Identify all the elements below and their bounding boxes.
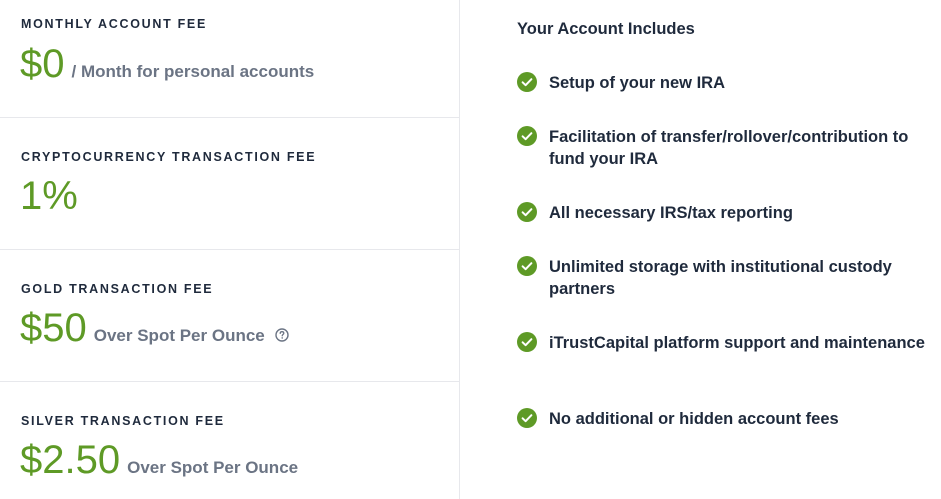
account-includes: Your Account Includes Setup of your new …	[461, 0, 941, 499]
feature-item: No additional or hidden account fees	[517, 408, 937, 430]
fee-amount: $2.50	[20, 438, 121, 482]
fee-label: GOLD TRANSACTION FEE	[21, 282, 214, 296]
fee-row-monthly-account: MONTHLY ACCOUNT FEE $0 / Month for perso…	[0, 0, 460, 118]
fee-suffix: Over Spot Per Ounce	[127, 458, 299, 477]
check-circle-icon	[517, 126, 537, 146]
fee-amount: $50	[20, 306, 87, 350]
fee-value: $0 / Month for personal accounts	[20, 44, 314, 84]
fee-amount: 1%	[20, 174, 78, 218]
fee-value: 1%	[20, 176, 78, 216]
question-circle-icon[interactable]	[275, 328, 289, 342]
check-circle-icon	[517, 408, 537, 428]
fee-row-silver-transaction: SILVER TRANSACTION FEE $2.50 Over Spot P…	[0, 382, 460, 499]
check-circle-icon	[517, 256, 537, 276]
feature-item: All necessary IRS/tax reporting	[517, 202, 937, 224]
fee-value: $2.50 Over Spot Per Ounce	[20, 440, 298, 480]
fee-list: MONTHLY ACCOUNT FEE $0 / Month for perso…	[0, 0, 460, 499]
fee-suffix: Over Spot Per Ounce	[93, 326, 265, 345]
fee-value: $50 Over Spot Per Ounce	[20, 308, 289, 348]
includes-title: Your Account Includes	[517, 20, 695, 38]
fee-label: MONTHLY ACCOUNT FEE	[21, 17, 208, 31]
feature-text: No additional or hidden account fees	[549, 410, 839, 428]
feature-item: iTrustCapital platform support and maint…	[517, 332, 937, 354]
fee-row-crypto-transaction: CRYPTOCURRENCY TRANSACTION FEE 1%	[0, 118, 460, 250]
feature-text: iTrustCapital platform support and maint…	[549, 334, 925, 352]
check-circle-icon	[517, 72, 537, 92]
feature-item: Unlimited storage with institutional cus…	[517, 256, 937, 300]
fee-suffix: / Month for personal accounts	[71, 62, 315, 81]
fee-row-gold-transaction: GOLD TRANSACTION FEE $50 Over Spot Per O…	[0, 250, 460, 382]
feature-item: Setup of your new IRA	[517, 72, 937, 94]
fee-amount: $0	[20, 42, 65, 86]
feature-text: All necessary IRS/tax reporting	[549, 204, 793, 222]
check-circle-icon	[517, 202, 537, 222]
check-circle-icon	[517, 332, 537, 352]
fee-label: SILVER TRANSACTION FEE	[21, 414, 225, 428]
feature-text: Unlimited storage with institutional cus…	[549, 258, 892, 298]
fees-panel: MONTHLY ACCOUNT FEE $0 / Month for perso…	[0, 0, 941, 499]
fee-label: CRYPTOCURRENCY TRANSACTION FEE	[21, 150, 317, 164]
feature-item: Facilitation of transfer/rollover/contri…	[517, 126, 937, 170]
feature-text: Setup of your new IRA	[549, 74, 726, 92]
feature-text: Facilitation of transfer/rollover/contri…	[549, 128, 909, 168]
